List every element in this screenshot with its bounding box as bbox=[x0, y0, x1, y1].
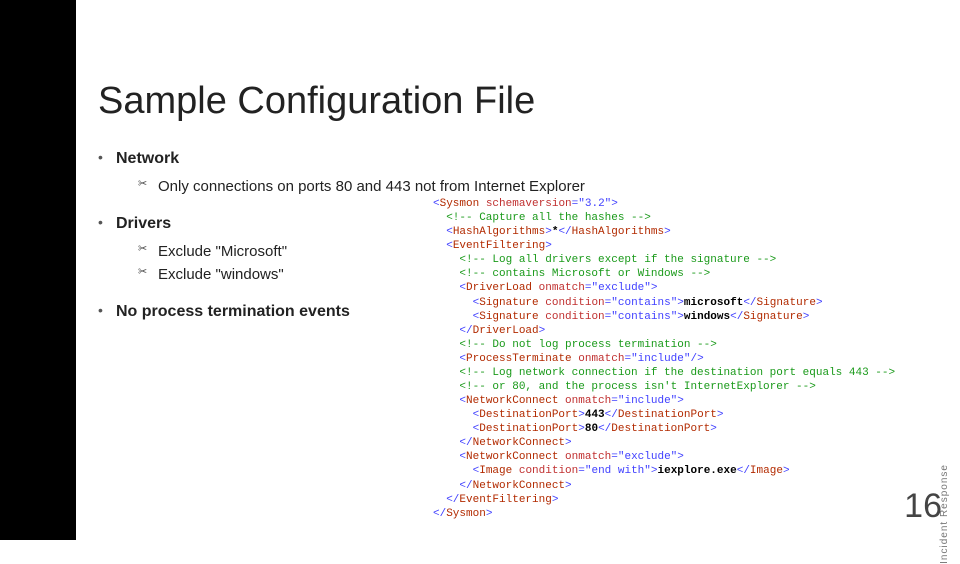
sublist: Only connections on ports 80 and 443 not… bbox=[116, 175, 938, 198]
bullet-head: Network bbox=[116, 150, 179, 167]
page-number: 16 bbox=[904, 487, 942, 526]
sidebar-accent bbox=[0, 0, 76, 540]
xml-code-sample: <Sysmon schemaversion="3.2"> <!-- Captur… bbox=[433, 197, 936, 521]
bullet-head: No process termination events bbox=[116, 303, 350, 320]
bullet-head: Drivers bbox=[116, 215, 171, 232]
subitem: Only connections on ports 80 and 443 not… bbox=[138, 175, 938, 198]
bullet-network: Network Only connections on ports 80 and… bbox=[98, 147, 938, 198]
slide-title: Sample Configuration File bbox=[98, 80, 938, 123]
